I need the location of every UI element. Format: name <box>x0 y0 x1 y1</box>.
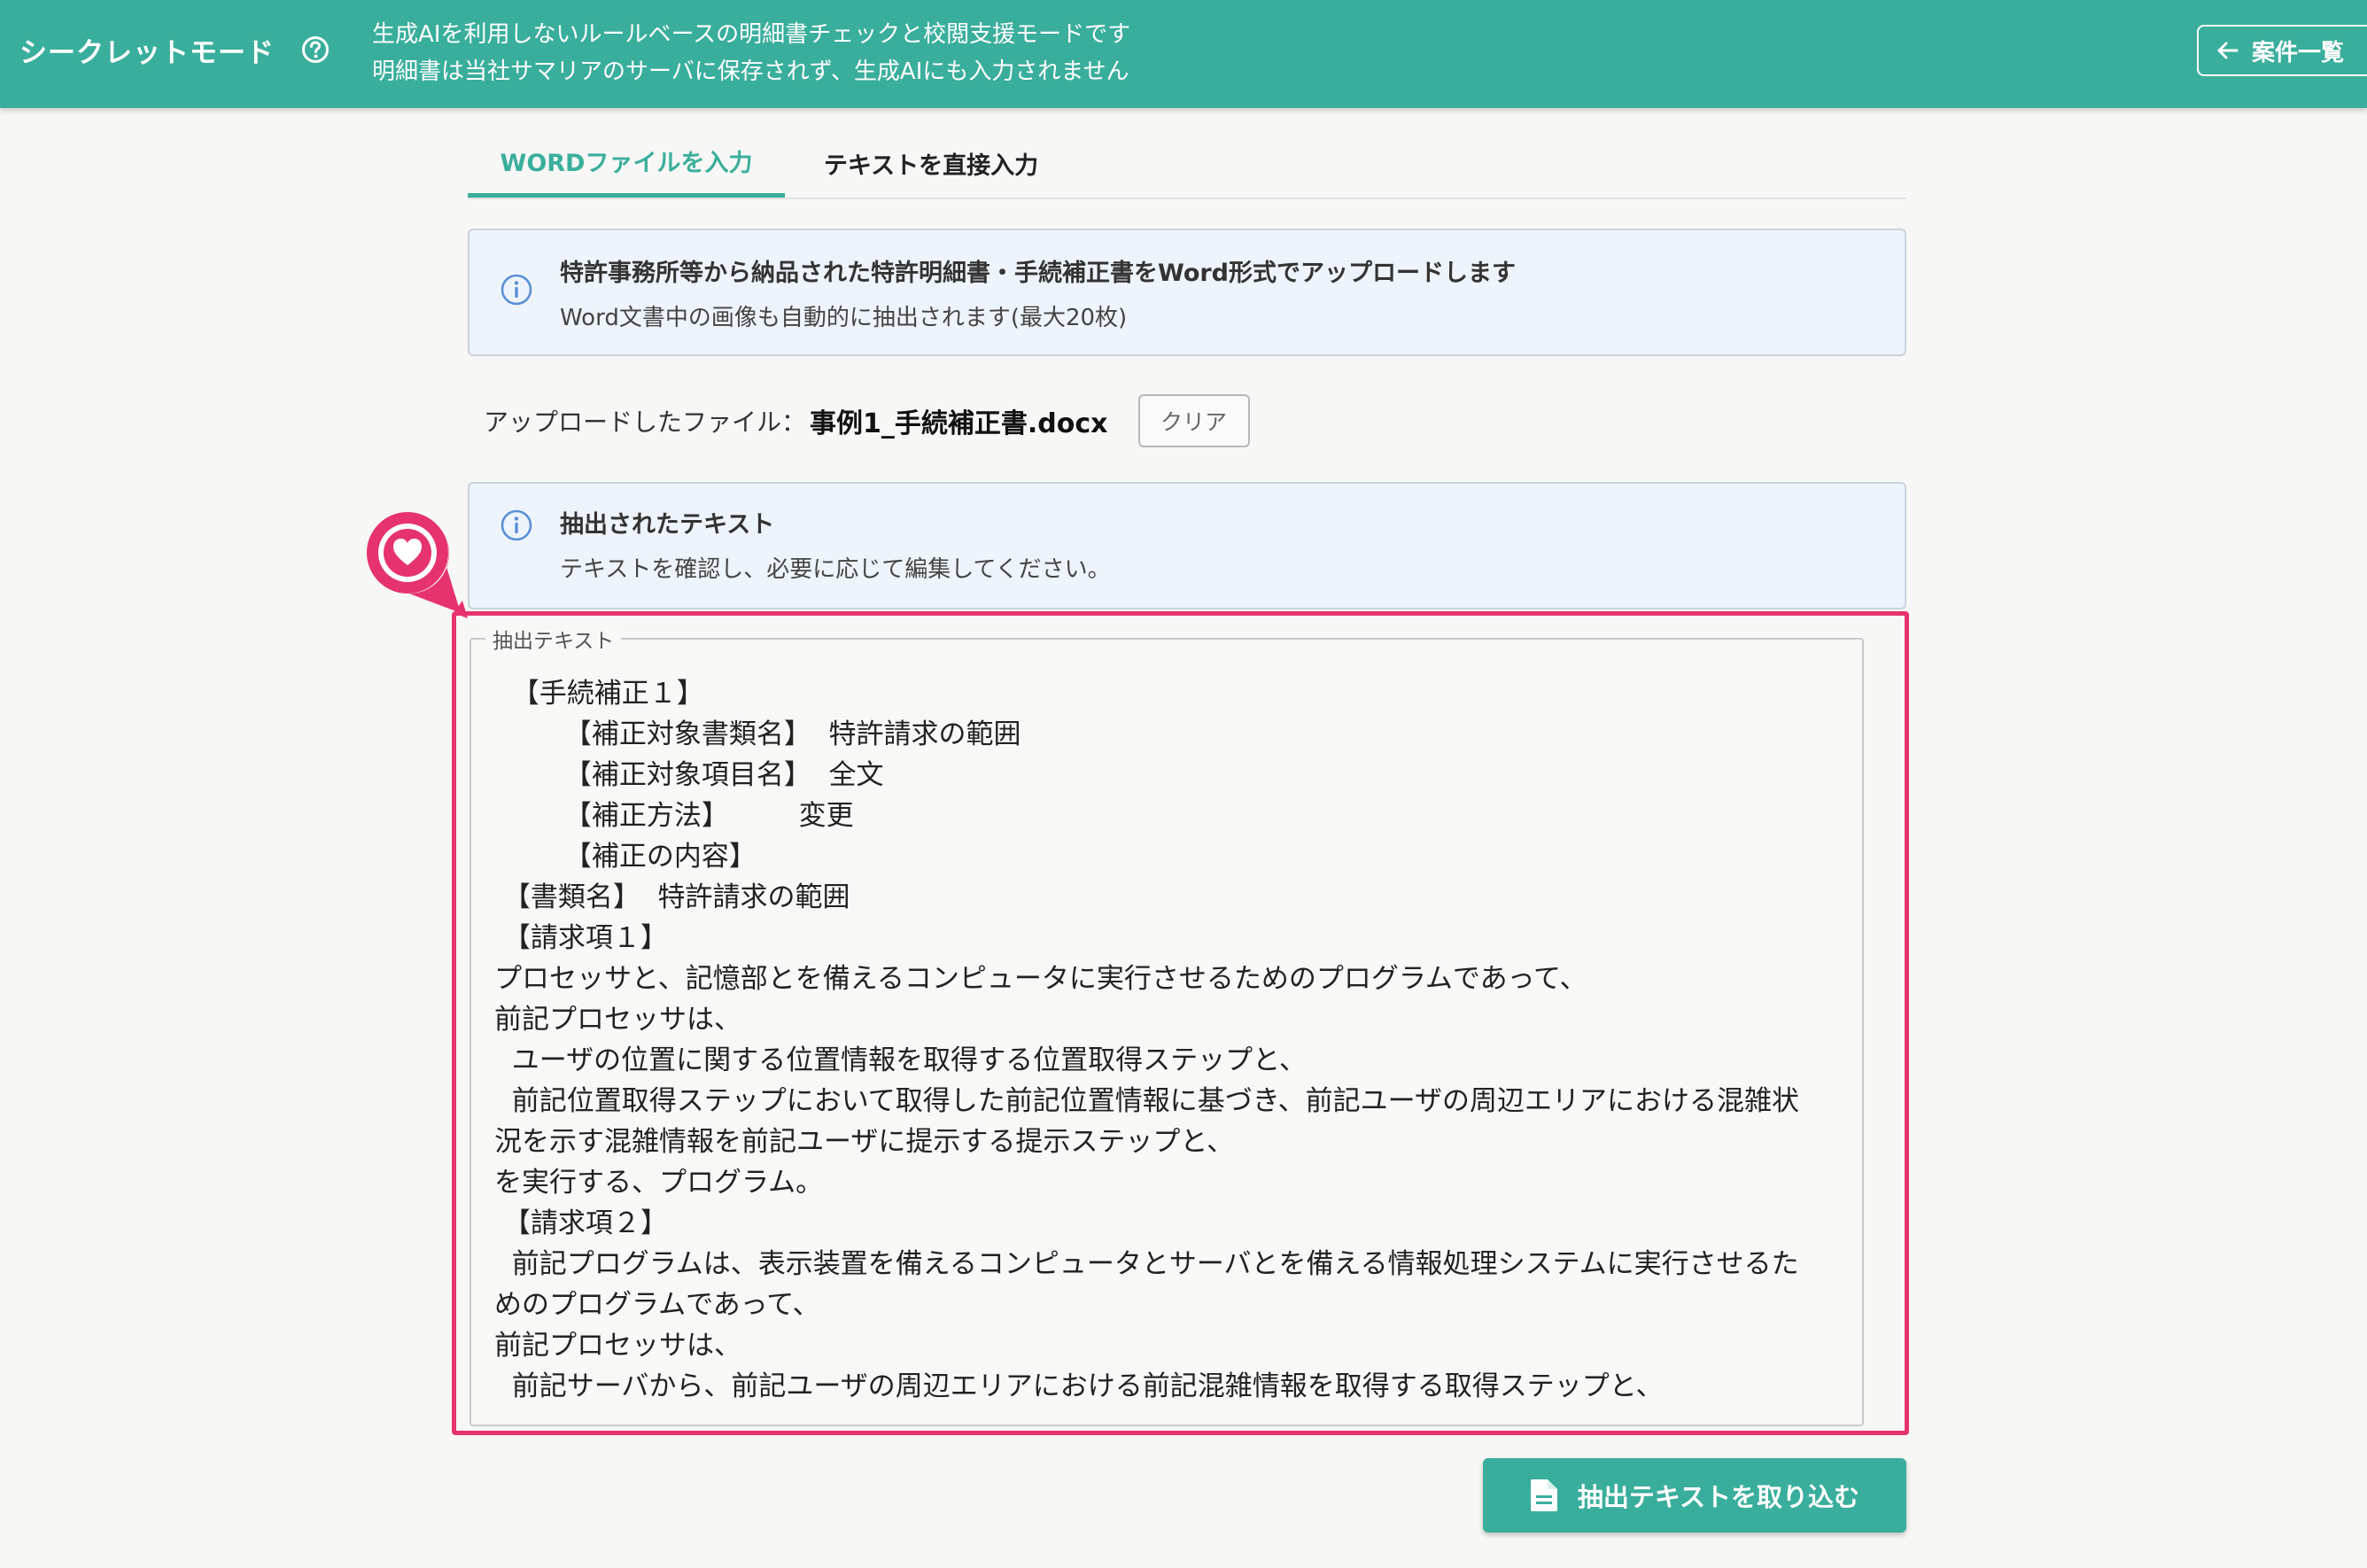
clear-button[interactable]: クリア <box>1137 394 1250 447</box>
extracted-info-title: 抽出されたテキスト <box>560 511 775 539</box>
mode-description-line1: 生成AIを利用しないルールベースの明細書チェックと校閲支援モードです <box>372 21 1131 48</box>
upload-info-title: 特許事務所等から納品された特許明細書・手続補正書をWord形式でアップロードしま… <box>560 260 1517 287</box>
tab-direct-text[interactable]: テキストを直接入力 <box>785 128 1077 198</box>
mode-description: 生成AIを利用しないルールベースの明細書チェックと校閲支援モードです 明細書は当… <box>372 16 1130 90</box>
app-header: シークレットモード 生成AIを利用しないルールベースの明細書チェックと校閲支援モ… <box>0 0 2367 108</box>
info-icon <box>501 274 532 306</box>
back-button-label: 案件一覧 <box>2252 39 2345 66</box>
input-mode-tabs: WORDファイルを入力 テキストを直接入力 <box>468 128 1906 199</box>
back-to-list-button[interactable]: 案件一覧 <box>2197 25 2367 76</box>
upload-info-subtitle: Word文書中の画像も自動的に抽出されます(最大20枚) <box>560 305 1128 331</box>
help-icon[interactable] <box>301 35 330 64</box>
uploaded-file-name: 事例1_手続補正書.docx <box>810 408 1108 439</box>
extracted-info-subtitle: テキストを確認し、必要に応じて編集してください。 <box>560 556 1111 583</box>
extracted-info-alert: 抽出されたテキスト テキストを確認し、必要に応じて編集してください。 <box>468 482 1906 609</box>
info-icon <box>501 509 532 541</box>
arrow-left-icon <box>2217 42 2239 59</box>
tab-word-file-label: WORDファイルを入力 <box>500 150 753 177</box>
upload-info-alert: 特許事務所等から納品された特許明細書・手続補正書をWord形式でアップロードしま… <box>468 229 1906 356</box>
highlight-frame <box>452 611 1909 1435</box>
import-button-label: 抽出テキストを取り込む <box>1577 1482 1860 1512</box>
mode-description-line2: 明細書は当社サマリアのサーバに保存されず、生成AIにも入力されません <box>372 58 1129 85</box>
tab-direct-text-label: テキストを直接入力 <box>823 151 1039 180</box>
uploaded-file-row: アップロードしたファイル： 事例1_手続補正書.docx クリア <box>484 390 1250 452</box>
import-extracted-text-button[interactable]: 抽出テキストを取り込む <box>1483 1458 1906 1533</box>
document-icon <box>1530 1479 1557 1511</box>
heart-marker-icon <box>367 512 468 618</box>
tab-word-file[interactable]: WORDファイルを入力 <box>468 128 785 198</box>
app-title: シークレットモード <box>19 37 275 69</box>
uploaded-file-label: アップロードしたファイル： <box>484 408 807 437</box>
